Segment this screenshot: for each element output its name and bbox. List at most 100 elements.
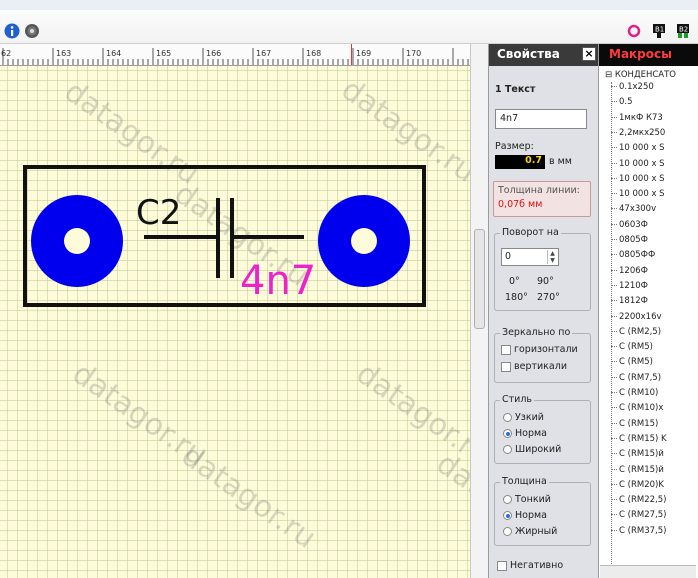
close-icon[interactable]: × [582,47,596,61]
pad-right-hole [351,228,377,254]
macro-item[interactable]: 10 000 х S [611,174,665,184]
macro-item[interactable]: C (RM27,5) [611,510,666,520]
macro-item[interactable]: 1812Ф [611,296,648,306]
pad-left-hole [64,228,90,254]
mirror-label: Зеркально по [500,327,573,338]
radio-icon [503,413,512,422]
layer-tool-icon[interactable]: B1 [650,22,668,40]
size-label: Размер: [495,141,534,152]
ruler-label: 62 [1,49,11,58]
macros-tree[interactable]: ⊟ КОНДЕНСАТО 0.1х250 0.5 1мкФ К73 2,2мкх250… [605,70,697,570]
macro-item[interactable]: 10 000 х S [611,189,665,199]
macro-item[interactable]: C (RM20)K [611,480,664,490]
rotation-value: 0 [505,251,512,262]
ruler-label: 167 [256,49,271,58]
rotation-group: Поворот на 0 ▲ ▼ 0° 90° 180° 270° [494,227,591,311]
component-drawing: C2 4n7 [23,165,426,307]
checkbox-icon [501,361,511,372]
pcb-canvas[interactable]: datagor.ru datagor.ru datagor.ru datagor… [0,66,470,578]
gear-icon[interactable] [23,22,41,40]
text-value: 4n7 [500,113,519,124]
ruler-label: 163 [56,49,71,58]
negative-checkbox[interactable]: Негативно [497,560,563,571]
mirror-v-label: вертикали [514,361,567,372]
value-label: 4n7 [240,258,316,304]
macro-item[interactable]: C (RM5) [611,342,653,352]
macro-item[interactable]: 1206Ф [611,266,648,276]
thickness-label: Толщина [500,476,549,487]
macro-item[interactable]: C (RM22,5) [611,495,666,505]
macro-item[interactable]: C (RM15) [611,419,658,429]
thickness-option-bold[interactable]: Жирный [503,526,557,537]
ruler-label: 169 [356,49,371,58]
macro-item[interactable]: C (RM5) [611,357,653,367]
radio-icon [503,445,512,454]
macros-title: Макросы [599,44,698,66]
style-group: Стиль Узкий Норма Широкий [494,394,591,464]
macro-item[interactable]: 10 000 х S [611,159,665,169]
macro-item[interactable]: C (RM37,5) [611,526,666,536]
ruler-ticks: 62 163 164 165 166 167 168 169 170 [1,48,469,65]
thickness-option-thin[interactable]: Тонкий [503,494,551,505]
macro-item[interactable]: C (RM10) [611,388,658,398]
radio-icon [503,495,512,504]
macro-item[interactable]: 0603Ф [611,220,648,230]
radio-icon [503,429,512,438]
macro-item[interactable]: 1мкФ К73 [611,113,663,123]
macro-item[interactable]: 2,2мкх250 [611,128,665,138]
ruler-label: 170 [406,49,421,58]
ruler-label: 166 [206,49,221,58]
layer-tool-2-icon[interactable]: B2 [674,22,692,40]
tree-root[interactable]: ⊟ КОНДЕНСАТО [605,70,676,80]
style-option-narrow[interactable]: Узкий [503,412,544,423]
style-label: Стиль [500,394,535,405]
checkbox-icon [497,560,507,571]
ruler-label: 164 [106,49,121,58]
mirror-group: Зеркально по горизонтали вертикали [494,327,591,383]
radio-icon [503,511,512,520]
macro-item[interactable]: C (RM10)х [611,403,663,413]
ring-icon[interactable] [625,22,643,40]
rotation-label: Поворот на [500,227,561,238]
rot-270[interactable]: 270° [537,292,560,303]
size-value-field[interactable]: 0.7 [495,155,545,169]
macro-item[interactable]: 2200х16v [611,312,662,322]
line-thickness-label: Толщина линии: [498,185,580,196]
macro-item[interactable]: C (RM15)й [611,449,664,459]
mirror-h-label: горизонтали [514,344,578,355]
macro-item[interactable]: 0805ФФ [611,250,655,260]
rotation-input[interactable]: 0 ▲ ▼ [501,248,559,266]
macros-horizontal-scrollbar[interactable] [600,565,696,578]
macro-item[interactable]: 0.5 [611,97,633,107]
properties-header: Свойства × [489,44,599,66]
line-thickness-value: 0,07б мм [498,199,543,210]
scrollbar-thumb[interactable] [474,229,485,329]
macro-item[interactable]: C (RM15)й [611,465,664,475]
negative-label: Негативно [510,560,564,571]
ruler-label: 168 [306,49,321,58]
style-option-normal[interactable]: Норма [503,428,547,439]
ruler-marker [351,44,352,65]
mirror-v-checkbox[interactable]: вертикали [501,361,567,372]
style-option-wide[interactable]: Широкий [503,444,561,455]
macro-item[interactable]: C (RM15) K [611,434,667,444]
rot-180[interactable]: 180° [505,292,528,303]
macro-item[interactable]: C (RM2,5) [611,327,661,337]
macro-item[interactable]: 47х300v [611,204,656,214]
macro-item[interactable]: 10 000 х S [611,143,665,153]
text-value-input[interactable]: 4n7 [495,109,587,129]
info-icon[interactable] [3,22,21,40]
mirror-h-checkbox[interactable]: горизонтали [501,344,578,355]
macro-item[interactable]: C (RM7,5) [611,373,661,383]
section-title: 1 Текст [495,84,536,95]
thickness-option-normal[interactable]: Норма [503,510,547,521]
title-strip [0,0,698,10]
line-thickness-box[interactable]: Толщина линии: 0,07б мм [493,181,591,217]
canvas-vertical-scrollbar[interactable] [470,44,488,578]
macro-item[interactable]: 0805Ф [611,235,648,245]
rot-90[interactable]: 90° [537,276,554,287]
macro-item[interactable]: 0.1х250 [611,82,654,92]
spin-icon[interactable]: ▲ ▼ [547,250,557,264]
rot-0[interactable]: 0° [509,276,520,287]
macro-item[interactable]: 1210Ф [611,281,648,291]
